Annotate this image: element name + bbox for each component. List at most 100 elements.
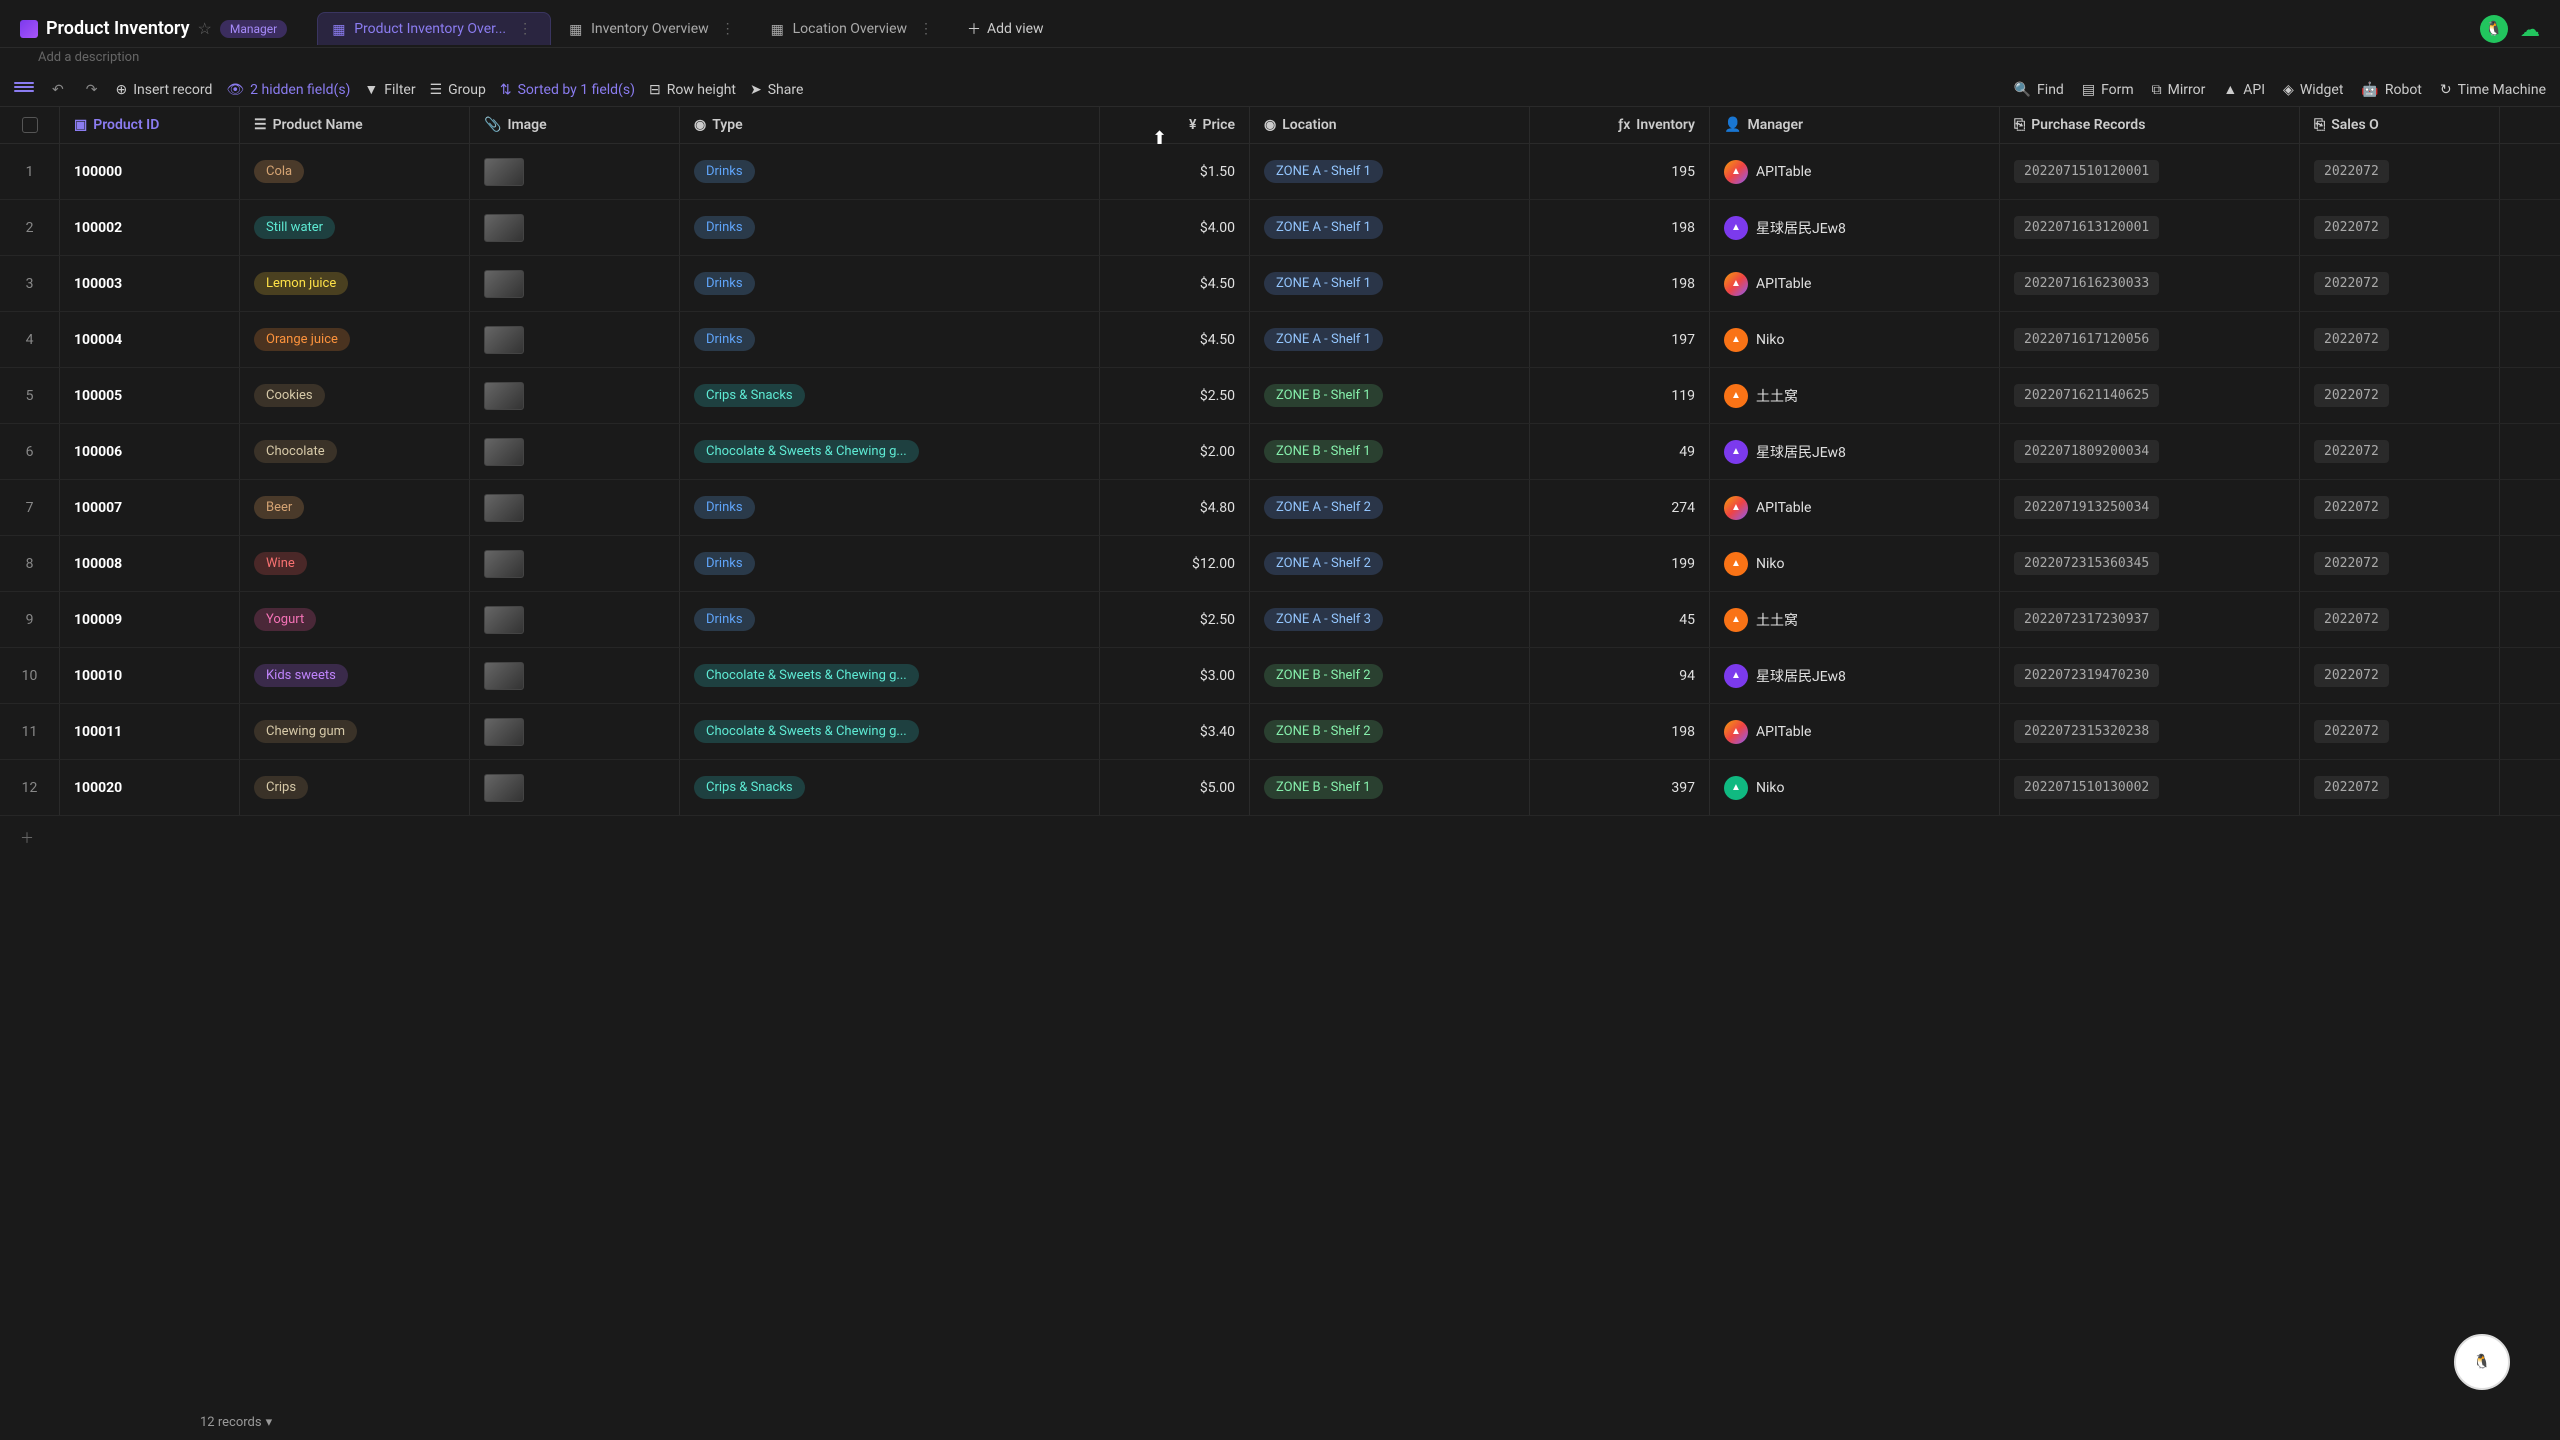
cell-sales[interactable]: 2022072 — [2300, 480, 2500, 535]
cell-image[interactable] — [470, 424, 680, 479]
cell-type[interactable]: Chocolate & Sweets & Chewing g... — [680, 704, 1100, 759]
thumbnail[interactable] — [484, 326, 524, 354]
cell-purchase[interactable]: 2022071510120001 — [2000, 144, 2300, 199]
cell-inventory[interactable]: 94 — [1530, 648, 1710, 703]
table-row[interactable]: 5 100005 Cookies Crips & Snacks $2.50 ZO… — [0, 368, 2560, 424]
cell-type[interactable]: Drinks — [680, 256, 1100, 311]
row-height-button[interactable]: ⊟Row height — [649, 82, 736, 98]
tab-0[interactable]: ▦Product Inventory Over...⋮ — [317, 12, 551, 45]
cell-inventory[interactable]: 119 — [1530, 368, 1710, 423]
tab-more-icon[interactable]: ⋮ — [514, 21, 536, 37]
cell-image[interactable] — [470, 592, 680, 647]
cell-location[interactable]: ZONE B - Shelf 1 — [1250, 424, 1530, 479]
cell-image[interactable] — [470, 536, 680, 591]
cell-product-name[interactable]: Still water — [240, 200, 470, 255]
cell-location[interactable]: ZONE A - Shelf 1 — [1250, 200, 1530, 255]
table-row[interactable]: 7 100007 Beer Drinks $4.80 ZONE A - Shel… — [0, 480, 2560, 536]
select-all-checkbox[interactable] — [22, 117, 38, 133]
table-row[interactable]: 8 100008 Wine Drinks $12.00 ZONE A - She… — [0, 536, 2560, 592]
cell-location[interactable]: ZONE B - Shelf 2 — [1250, 704, 1530, 759]
find-button[interactable]: 🔍Find — [2014, 82, 2064, 98]
tab-more-icon[interactable]: ⋮ — [915, 21, 937, 37]
form-button[interactable]: ▤Form — [2082, 82, 2134, 98]
cell-location[interactable]: ZONE A - Shelf 1 — [1250, 144, 1530, 199]
cell-product-name[interactable]: Wine — [240, 536, 470, 591]
cell-location[interactable]: ZONE A - Shelf 1 — [1250, 256, 1530, 311]
cell-inventory[interactable]: 397 — [1530, 760, 1710, 815]
cell-price[interactable]: $3.00 — [1100, 648, 1250, 703]
cell-purchase[interactable]: 2022072315360345 — [2000, 536, 2300, 591]
col-product-name[interactable]: ☰Product Name — [240, 107, 470, 143]
cell-location[interactable]: ZONE B - Shelf 1 — [1250, 760, 1530, 815]
cell-type[interactable]: Drinks — [680, 480, 1100, 535]
cell-type[interactable]: Drinks — [680, 536, 1100, 591]
cell-type[interactable]: Drinks — [680, 144, 1100, 199]
cell-product-name[interactable]: Crips — [240, 760, 470, 815]
cell-manager[interactable]: ▲Niko — [1710, 760, 2000, 815]
cell-purchase[interactable]: 2022072315320238 — [2000, 704, 2300, 759]
col-inventory[interactable]: ƒxInventory — [1530, 107, 1710, 143]
robot-button[interactable]: 🤖Robot — [2361, 82, 2421, 98]
cell-purchase[interactable]: 2022071913250034 — [2000, 480, 2300, 535]
cell-product-id[interactable]: 100007 — [60, 480, 240, 535]
api-button[interactable]: ▲API — [2223, 81, 2265, 98]
cell-type[interactable]: Chocolate & Sweets & Chewing g... — [680, 648, 1100, 703]
cell-product-id[interactable]: 100011 — [60, 704, 240, 759]
cell-price[interactable]: $2.00 — [1100, 424, 1250, 479]
cell-product-name[interactable]: Orange juice — [240, 312, 470, 367]
cell-image[interactable] — [470, 760, 680, 815]
cell-type[interactable]: Drinks — [680, 200, 1100, 255]
table-row[interactable]: 3 100003 Lemon juice Drinks $4.50 ZONE A… — [0, 256, 2560, 312]
table-row[interactable]: 6 100006 Chocolate Chocolate & Sweets & … — [0, 424, 2560, 480]
cell-purchase[interactable]: 2022071616230033 — [2000, 256, 2300, 311]
tab-1[interactable]: ▦Inventory Overview⋮ — [555, 13, 753, 45]
cell-manager[interactable]: ▲APITable — [1710, 144, 2000, 199]
group-button[interactable]: ☰Group — [430, 82, 486, 98]
cell-sales[interactable]: 2022072 — [2300, 256, 2500, 311]
cell-inventory[interactable]: 45 — [1530, 592, 1710, 647]
cell-sales[interactable]: 2022072 — [2300, 144, 2500, 199]
col-sales[interactable]: ⎘Sales O — [2300, 107, 2500, 143]
insert-record-button[interactable]: ⊕Insert record — [115, 82, 212, 98]
cell-price[interactable]: $3.40 — [1100, 704, 1250, 759]
col-type[interactable]: ◉Type — [680, 107, 1100, 143]
cell-sales[interactable]: 2022072 — [2300, 592, 2500, 647]
expand-sidebar-icon[interactable] — [14, 82, 34, 98]
cell-location[interactable]: ZONE A - Shelf 3 — [1250, 592, 1530, 647]
cell-image[interactable] — [470, 480, 680, 535]
thumbnail[interactable] — [484, 774, 524, 802]
star-icon[interactable]: ☆ — [198, 19, 212, 38]
cell-image[interactable] — [470, 200, 680, 255]
cell-inventory[interactable]: 198 — [1530, 200, 1710, 255]
cell-sales[interactable]: 2022072 — [2300, 200, 2500, 255]
cell-product-id[interactable]: 100000 — [60, 144, 240, 199]
table-row[interactable]: 2 100002 Still water Drinks $4.00 ZONE A… — [0, 200, 2560, 256]
thumbnail[interactable] — [484, 606, 524, 634]
table-row[interactable]: 10 100010 Kids sweets Chocolate & Sweets… — [0, 648, 2560, 704]
col-location[interactable]: ◉Location — [1250, 107, 1530, 143]
cell-location[interactable]: ZONE B - Shelf 1 — [1250, 368, 1530, 423]
cell-type[interactable]: Drinks — [680, 312, 1100, 367]
cell-purchase[interactable]: 2022071510130002 — [2000, 760, 2300, 815]
cell-product-id[interactable]: 100008 — [60, 536, 240, 591]
filter-button[interactable]: ▼Filter — [364, 81, 415, 98]
cell-location[interactable]: ZONE A - Shelf 2 — [1250, 480, 1530, 535]
col-image[interactable]: 📎Image — [470, 107, 680, 143]
widget-button[interactable]: ◈Widget — [2283, 82, 2343, 98]
cell-product-id[interactable]: 100005 — [60, 368, 240, 423]
cell-product-id[interactable]: 100002 — [60, 200, 240, 255]
sort-button[interactable]: ⇅Sorted by 1 field(s) — [500, 82, 635, 98]
cell-sales[interactable]: 2022072 — [2300, 312, 2500, 367]
cell-product-name[interactable]: Chocolate — [240, 424, 470, 479]
cell-purchase[interactable]: 2022072317230937 — [2000, 592, 2300, 647]
table-row[interactable]: 4 100004 Orange juice Drinks $4.50 ZONE … — [0, 312, 2560, 368]
cell-product-id[interactable]: 100006 — [60, 424, 240, 479]
col-manager[interactable]: 👤Manager — [1710, 107, 2000, 143]
cell-image[interactable] — [470, 144, 680, 199]
cell-image[interactable] — [470, 256, 680, 311]
cell-manager[interactable]: ▲APITable — [1710, 480, 2000, 535]
description-input[interactable]: Add a description — [0, 48, 2560, 73]
cell-sales[interactable]: 2022072 — [2300, 424, 2500, 479]
record-count[interactable]: 12 records▾ — [200, 1415, 2360, 1430]
cell-price[interactable]: $2.50 — [1100, 592, 1250, 647]
